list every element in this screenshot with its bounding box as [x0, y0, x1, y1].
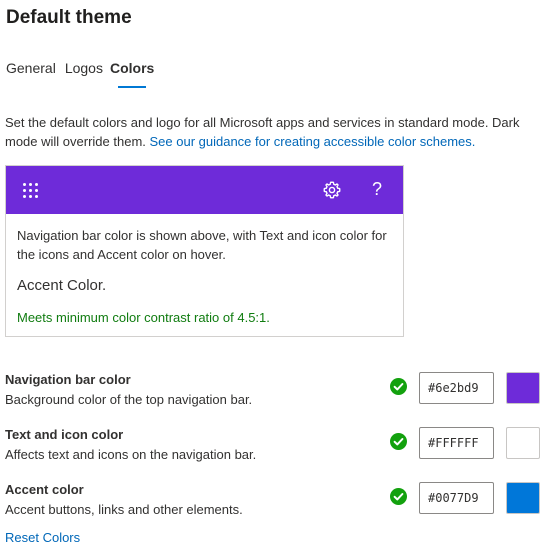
accent-color-swatch[interactable] — [506, 482, 540, 514]
setting-row-accent-color: Accent color Accent buttons, links and o… — [0, 482, 548, 532]
navigation-bar-color-input[interactable] — [419, 372, 494, 404]
page-title: Default theme — [6, 7, 132, 28]
accent-color-input[interactable] — [419, 482, 494, 514]
setting-row-navigation-bar-color: Navigation bar color Background color of… — [0, 372, 548, 422]
checkmark-circle-icon — [390, 488, 407, 505]
navigation-bar-color-swatch[interactable] — [506, 372, 540, 404]
preview-description: Navigation bar color is shown above, wit… — [17, 228, 387, 262]
description: Set the default colors and logo for all … — [5, 113, 545, 151]
help-icon: ? — [372, 179, 383, 199]
preview-navbar: ? — [6, 166, 403, 214]
checkmark-circle-icon — [390, 433, 407, 450]
text-and-icon-color-input[interactable] — [419, 427, 494, 459]
guidance-link[interactable]: See our guidance for creating accessible… — [150, 134, 476, 149]
tab-general[interactable]: General — [6, 60, 58, 88]
reset-colors-link[interactable]: Reset Colors — [5, 530, 80, 545]
tab-logos[interactable]: Logos — [65, 60, 103, 88]
gear-icon — [323, 181, 341, 199]
setting-subtitle: Affects text and icons on the navigation… — [5, 447, 257, 462]
accent-color-sample: Accent Color. — [17, 277, 107, 294]
setting-title: Text and icon color — [5, 427, 124, 442]
setting-subtitle: Accent buttons, links and other elements… — [5, 502, 243, 517]
theme-preview: ? Navigation bar color is shown above, w… — [5, 165, 404, 337]
tab-colors[interactable]: Colors — [110, 60, 154, 88]
tab-bar: General Logos Colors — [6, 60, 161, 88]
checkmark-circle-icon — [390, 378, 407, 395]
setting-subtitle: Background color of the top navigation b… — [5, 392, 253, 407]
setting-row-text-and-icon-color: Text and icon color Affects text and ico… — [0, 427, 548, 477]
text-and-icon-color-swatch[interactable] — [506, 427, 540, 459]
setting-title: Navigation bar color — [5, 372, 131, 387]
default-theme-panel: Default theme General Logos Colors Set t… — [0, 0, 548, 548]
setting-title: Accent color — [5, 482, 84, 497]
waffle-icon — [22, 182, 38, 198]
contrast-status-message: Meets minimum color contrast ratio of 4.… — [17, 310, 270, 325]
